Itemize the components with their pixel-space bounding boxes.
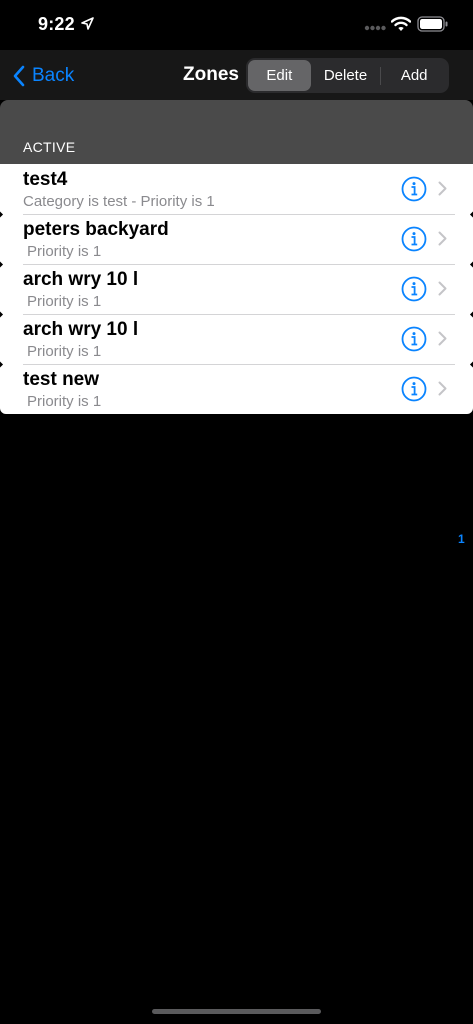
back-label: Back [32, 65, 75, 86]
info-icon[interactable] [401, 376, 427, 402]
info-icon[interactable] [401, 176, 427, 202]
info-icon[interactable] [401, 276, 427, 302]
section-index-marker[interactable]: 1 [458, 532, 465, 546]
zone-subtitle: Category is test - Priority is 1 [23, 193, 215, 210]
info-icon[interactable] [401, 226, 427, 252]
chevron-right-icon [438, 381, 447, 396]
battery-icon [417, 16, 448, 32]
chevron-right-icon [438, 181, 447, 196]
action-segmented-control: Edit Delete Add [246, 58, 449, 93]
section-header-active: ACTIVE [23, 139, 76, 155]
zone-title: peters backyard [23, 219, 169, 240]
zone-row[interactable]: test new Priority is 1 [0, 364, 473, 414]
zones-screen: 9:22 Back Zones Edit Delete Add ACTIVE t… [0, 0, 473, 1024]
zone-row[interactable]: peters backyard Priority is 1 [0, 214, 473, 264]
edit-segment[interactable]: Edit [248, 60, 311, 91]
zone-row[interactable]: arch wry 10 l Priority is 1 [0, 314, 473, 364]
info-icon[interactable] [401, 326, 427, 352]
location-arrow-icon [81, 17, 94, 30]
zone-subtitle: Priority is 1 [27, 343, 102, 360]
section-header-band: ACTIVE [0, 100, 473, 164]
zone-row[interactable]: arch wry 10 l Priority is 1 [0, 264, 473, 314]
add-segment[interactable]: Add [381, 60, 447, 91]
zone-list: test4 Category is test - Priority is 1 p… [0, 164, 473, 414]
zone-title: arch wry 10 l [23, 319, 139, 340]
status-bar: 9:22 [0, 0, 473, 50]
home-indicator[interactable] [152, 1009, 321, 1014]
zone-subtitle: Priority is 1 [27, 293, 102, 310]
zone-subtitle: Priority is 1 [27, 243, 102, 260]
zone-title: test4 [23, 169, 68, 190]
wifi-icon [391, 16, 411, 31]
cellular-signal-icon [364, 25, 386, 31]
page-title: Zones [183, 64, 239, 85]
chevron-right-icon [438, 231, 447, 246]
zone-row[interactable]: test4 Category is test - Priority is 1 [0, 164, 473, 214]
zone-title: test new [23, 369, 100, 390]
delete-segment[interactable]: Delete [311, 60, 381, 91]
back-button[interactable]: Back [12, 62, 74, 90]
chevron-right-icon [438, 331, 447, 346]
chevron-right-icon [438, 281, 447, 296]
zone-subtitle: Priority is 1 [27, 393, 102, 410]
chevron-left-icon [13, 65, 25, 87]
navigation-bar: Back Zones Edit Delete Add [0, 50, 473, 100]
status-time: 9:22 [38, 14, 75, 34]
zone-title: arch wry 10 l [23, 269, 139, 290]
